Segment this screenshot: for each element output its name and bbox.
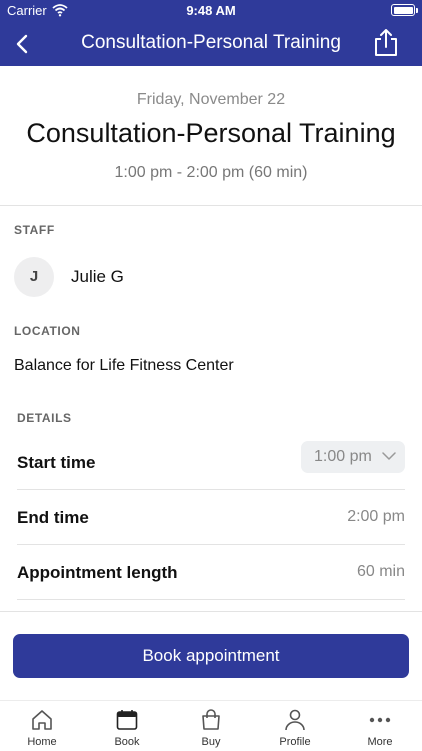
tab-profile[interactable]: Profile xyxy=(265,701,325,751)
avatar: J xyxy=(14,257,54,297)
divider xyxy=(0,611,422,612)
tab-home[interactable]: Home xyxy=(12,701,72,751)
tab-label: Buy xyxy=(201,736,221,748)
more-dots-icon xyxy=(369,717,391,723)
status-bar: Carrier 9:48 AM xyxy=(0,0,422,22)
tab-label: More xyxy=(367,736,393,748)
start-time-row: Start time 1:00 pm xyxy=(17,434,405,490)
appointment-length-value: 60 min xyxy=(356,563,405,580)
home-icon xyxy=(32,710,52,730)
end-time-label: End time xyxy=(17,508,89,527)
staff-section-label: STAFF xyxy=(14,223,55,237)
appointment-date: Friday, November 22 xyxy=(136,91,286,108)
end-time-value: 2:00 pm xyxy=(347,508,405,525)
divider xyxy=(0,205,422,206)
status-time: 9:48 AM xyxy=(186,3,236,18)
share-icon[interactable] xyxy=(372,28,400,58)
tab-bar: Home Book Buy Profile More xyxy=(0,700,422,750)
location-section-label: LOCATION xyxy=(14,324,81,338)
appointment-length-label: Appointment length xyxy=(17,563,178,582)
start-time-label: Start time xyxy=(17,453,96,472)
tab-buy[interactable]: Buy xyxy=(181,701,241,751)
appointment-time-range: 1:00 pm - 2:00 pm (60 min) xyxy=(114,164,308,181)
appointment-length-row: Appointment length 60 min xyxy=(17,544,405,600)
staff-name: Julie G xyxy=(71,267,124,286)
location-name: Balance for Life Fitness Center xyxy=(14,357,234,374)
chevron-left-icon[interactable] xyxy=(10,30,38,58)
start-time-value: 1:00 pm xyxy=(314,448,372,465)
chevron-down-icon xyxy=(382,452,396,460)
battery-icon xyxy=(391,4,418,16)
person-icon xyxy=(285,709,305,731)
details-section-label: DETAILS xyxy=(17,411,72,425)
book-appointment-button[interactable]: Book appointment xyxy=(13,634,409,678)
nav-bar: Consultation-Personal Training xyxy=(0,22,422,66)
shopping-bag-icon xyxy=(202,709,220,730)
tab-label: Home xyxy=(27,736,57,748)
tab-label: Book xyxy=(114,736,140,748)
start-time-select[interactable]: 1:00 pm xyxy=(301,441,405,473)
appointment-title: Consultation-Personal Training xyxy=(26,118,396,148)
tab-label: Profile xyxy=(279,736,311,748)
tab-book[interactable]: Book xyxy=(97,701,157,751)
nav-title: Consultation-Personal Training xyxy=(81,32,341,53)
tab-more[interactable]: More xyxy=(350,701,410,751)
end-time-row: End time 2:00 pm xyxy=(17,489,405,545)
calendar-icon xyxy=(116,710,138,730)
